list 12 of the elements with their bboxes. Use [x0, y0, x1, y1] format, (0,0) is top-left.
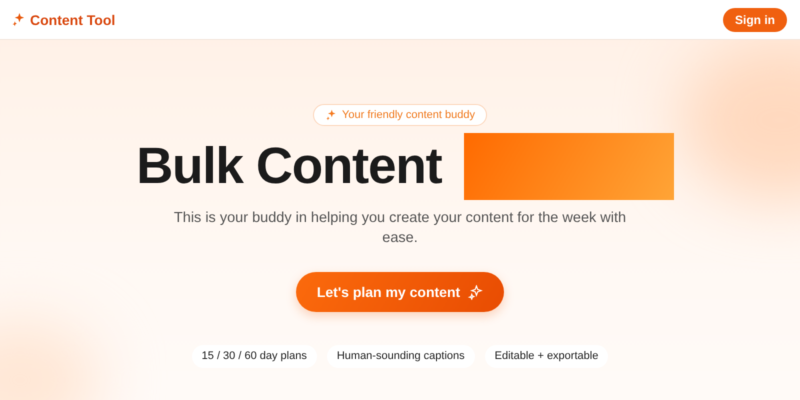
sparkle-icon [11, 12, 26, 27]
sparkle-icon [468, 284, 484, 300]
plan-content-button[interactable]: Let's plan my content [296, 272, 504, 312]
hero-title: Bulk Content [136, 136, 442, 196]
feature-chip: Human-sounding captions [326, 345, 475, 368]
sparkle-icon [325, 109, 338, 121]
feature-chip: Editable + exportable [484, 345, 608, 368]
feature-chip: 15 / 30 / 60 day plans [192, 345, 317, 368]
sign-in-button[interactable]: Sign in [723, 8, 787, 32]
hero-subtitle: This is your buddy in helping you create your content for the week with ease. [172, 209, 628, 248]
tagline-badge: Your friendly content buddy [313, 104, 487, 126]
logo-text[interactable]: Content Tool [30, 12, 116, 28]
